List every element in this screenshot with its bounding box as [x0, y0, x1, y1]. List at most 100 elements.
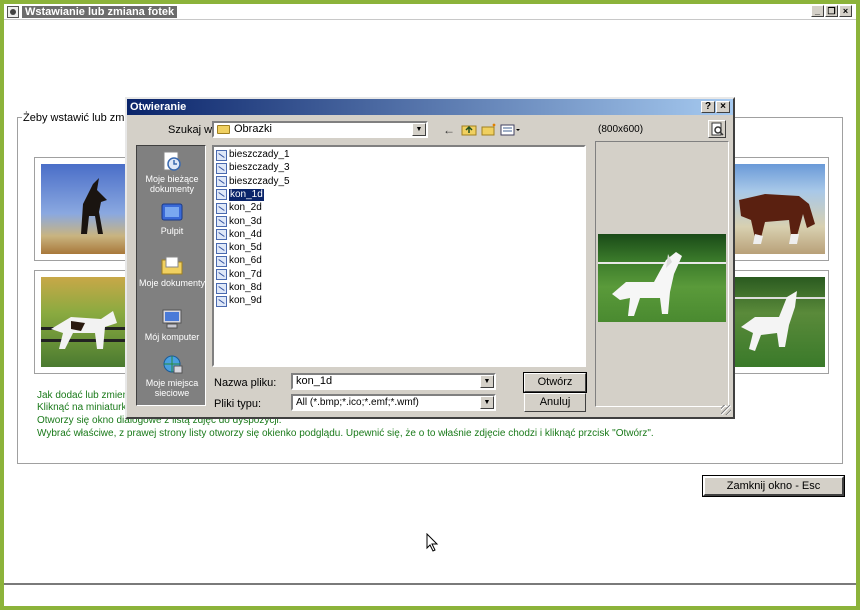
image-file-icon [216, 162, 227, 174]
horse-image [41, 164, 125, 254]
look-in-value: Obrazki [234, 123, 272, 135]
file-name: bieszczady_1 [229, 149, 290, 160]
file-list-item[interactable]: kon_8d [216, 282, 262, 294]
photo-thumbnail-1[interactable] [34, 157, 130, 261]
image-file-icon [216, 255, 227, 267]
file-list-item[interactable]: kon_6d [216, 255, 262, 267]
minimize-button[interactable]: _ [811, 5, 824, 17]
horse-image [735, 277, 825, 367]
file-list-item[interactable]: bieszczady_1 [216, 149, 290, 161]
filetype-label: Pliki typu: [214, 398, 262, 410]
dialog-title: Otwieranie [127, 99, 733, 115]
cancel-button[interactable]: Anuluj [524, 393, 586, 412]
file-name: kon_3d [229, 215, 262, 227]
filename-input[interactable]: kon_1d ▼ [291, 373, 496, 390]
dialog-help-button[interactable]: ? [701, 101, 715, 113]
up-folder-icon[interactable] [460, 123, 478, 137]
app-icon [7, 5, 19, 18]
place-my-computer[interactable]: Mój komputer [137, 308, 207, 342]
file-list-item[interactable]: kon_7d [216, 269, 262, 281]
dropdown-arrow-icon[interactable]: ▼ [412, 123, 426, 136]
preview-pane [595, 141, 729, 407]
places-bar: Moje bieżące dokumenty Pulpit Moje dokum… [136, 145, 206, 406]
image-file-icon [216, 202, 227, 214]
open-button[interactable]: Otwórz [523, 372, 587, 393]
file-name: kon_1d [229, 188, 264, 201]
file-list-item[interactable]: kon_4d [216, 229, 262, 241]
bottom-divider [4, 583, 856, 585]
resize-grip-icon[interactable] [721, 405, 731, 415]
image-file-icon [216, 176, 227, 188]
image-file-icon [216, 149, 227, 161]
file-name: kon_5d [229, 242, 262, 254]
place-network-places[interactable]: Moje miejsca sieciowe [137, 354, 207, 398]
place-label: Moje bieżące dokumenty [145, 174, 199, 194]
place-label: Moje miejsca sieciowe [145, 378, 199, 398]
place-recent-documents[interactable]: Moje bieżące dokumenty [137, 150, 207, 194]
photo-thumbnail-2[interactable] [34, 270, 130, 374]
image-file-icon [216, 269, 227, 281]
horse-image [735, 164, 825, 254]
window-title: Wstawianie lub zmiana fotek [22, 5, 178, 18]
help-line-1: Jak dodać lub zmienić [37, 390, 136, 401]
image-file-icon [216, 189, 227, 201]
image-file-icon [216, 229, 227, 241]
file-name: kon_8d [229, 282, 262, 293]
file-name: bieszczady_3 [229, 162, 290, 174]
image-file-icon [216, 216, 227, 227]
new-folder-icon[interactable] [480, 123, 498, 137]
file-list[interactable]: bieszczady_1 bieszczady_3 bieszczady_5 kon_… [212, 145, 586, 367]
preview-size-label: (800x600) [598, 124, 644, 135]
image-file-icon [216, 242, 227, 254]
close-window-esc-button[interactable]: Zamknij okno - Esc [702, 475, 845, 497]
look-in-combo[interactable]: Obrazki ▼ [212, 121, 428, 138]
place-my-documents[interactable]: Moje dokumenty [137, 254, 207, 288]
my-documents-icon [160, 254, 184, 276]
help-line-4: Wybrać właściwe, z prawej strony listy o… [37, 428, 654, 439]
filename-label: Nazwa pliku: [214, 377, 277, 389]
my-computer-icon [160, 308, 184, 330]
dropdown-arrow-icon[interactable]: ▼ [480, 375, 494, 388]
network-places-icon [160, 354, 184, 376]
photo-thumbnail-3[interactable] [730, 157, 829, 261]
file-name: kon_4d [229, 228, 262, 240]
close-window-button[interactable]: × [839, 5, 852, 17]
file-list-item[interactable]: bieszczady_3 [216, 162, 290, 174]
file-name: kon_6d [229, 255, 262, 267]
file-list-item[interactable]: kon_2d [216, 202, 262, 214]
file-name: kon_9d [229, 295, 262, 307]
folder-icon [217, 125, 230, 134]
desktop-icon [160, 202, 184, 224]
file-list-item[interactable]: kon_1d [216, 188, 264, 201]
view-menu-icon[interactable] [500, 123, 522, 137]
file-list-item[interactable]: kon_5d [216, 242, 262, 254]
file-list-item[interactable]: bieszczady_5 [216, 176, 290, 188]
recent-documents-icon [160, 150, 184, 172]
filetype-select[interactable]: All (*.bmp;*.ico;*.emf;*.wmf) ▼ [291, 394, 496, 411]
preview-toggle-icon[interactable] [708, 120, 726, 138]
look-in-label: Szukaj w: [168, 124, 216, 136]
image-file-icon [216, 282, 227, 294]
file-name: kon_7d [229, 268, 262, 280]
back-icon[interactable]: ← [440, 123, 458, 137]
image-file-icon [216, 295, 227, 307]
title-bar: Wstawianie lub zmiana fotek _ ❒ × [4, 4, 856, 20]
open-file-dialog: Otwieranie ? × Szukaj w: Obrazki ▼ ← (80… [125, 97, 735, 419]
filename-value: kon_1d [296, 375, 333, 387]
photo-thumbnail-4[interactable] [730, 270, 829, 374]
file-list-item[interactable]: kon_3d [216, 216, 262, 228]
restore-button[interactable]: ❒ [825, 5, 838, 17]
place-label: Pulpit [160, 226, 184, 236]
place-label: Moje dokumenty [138, 278, 206, 288]
file-list-item[interactable]: kon_9d [216, 295, 262, 307]
filetype-value: All (*.bmp;*.ico;*.emf;*.wmf) [296, 397, 419, 408]
horse-image [41, 277, 125, 367]
preview-image [598, 234, 726, 322]
place-desktop[interactable]: Pulpit [137, 202, 207, 236]
mouse-cursor-icon [426, 533, 439, 552]
file-name: bieszczady_5 [229, 175, 290, 187]
file-name: kon_2d [229, 202, 262, 214]
dropdown-arrow-icon[interactable]: ▼ [480, 396, 494, 409]
place-label: Mój komputer [144, 332, 200, 342]
dialog-close-button[interactable]: × [716, 101, 730, 113]
